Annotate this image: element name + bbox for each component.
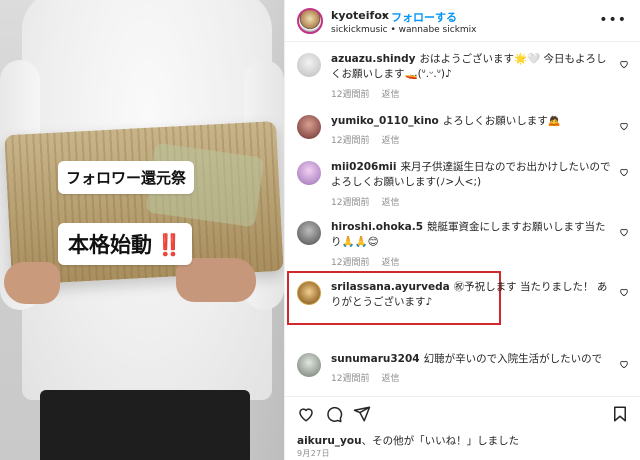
comment-body: yumiko_0110_kino よろしくお願いします🙇 bbox=[331, 114, 611, 129]
send-icon[interactable] bbox=[353, 405, 371, 423]
person-pants bbox=[40, 390, 250, 460]
commenter-avatar[interactable] bbox=[297, 221, 321, 245]
commenter-username[interactable]: mii0206mii bbox=[331, 161, 397, 173]
commenter-avatar[interactable] bbox=[297, 115, 321, 139]
comment-meta: 12週間前 返信 bbox=[331, 255, 411, 268]
likes-summary[interactable]: aikuru_you、その他が「いいね！」しました bbox=[297, 433, 519, 448]
comment-time[interactable]: 12週間前 bbox=[331, 90, 369, 100]
commenter-avatar[interactable] bbox=[297, 53, 321, 77]
comment-text: よろしくお願いします🙇 bbox=[442, 115, 561, 127]
commenter-username[interactable]: hiroshi.ohoka.5 bbox=[331, 221, 423, 233]
comment-text: 幻聴が辛いので入院生活がしたいので bbox=[423, 353, 603, 365]
comment-body: mii0206mii 来月子供達誕生日なのでお出かけしたいのでよろしくお願いします… bbox=[331, 160, 611, 190]
comment-icon[interactable] bbox=[325, 405, 343, 423]
heart-icon[interactable] bbox=[619, 121, 629, 131]
heart-icon[interactable] bbox=[619, 167, 629, 177]
reply-button[interactable]: 返信 bbox=[381, 258, 399, 268]
reply-button[interactable]: 返信 bbox=[381, 374, 399, 384]
post-header: kyoteifox • フォローする sickickmusic • wannab… bbox=[285, 0, 640, 42]
heart-icon[interactable] bbox=[297, 405, 315, 423]
audio-subtitle[interactable]: sickickmusic • wannabe sickmix bbox=[331, 25, 477, 35]
post-media[interactable]: フォロワー還元祭 本格始動 ‼️ bbox=[0, 0, 284, 460]
media-caption-2: 本格始動 ‼️ bbox=[58, 223, 193, 265]
comment-body: azuazu.shindy おはようございます🌟🤍 今日もよろしくお願いします🚤(… bbox=[331, 52, 611, 82]
comment-time[interactable]: 12週間前 bbox=[331, 374, 369, 384]
hand-left bbox=[4, 262, 60, 304]
commenter-username[interactable]: srilassana.ayurveda bbox=[331, 281, 450, 293]
reply-button[interactable]: 返信 bbox=[381, 136, 399, 146]
comment-body: sunumaru3204 幻聴が辛いので入院生活がしたいので bbox=[331, 352, 611, 367]
heart-icon[interactable] bbox=[619, 227, 629, 237]
likes-text: 、その他が「いいね！」しました bbox=[361, 435, 520, 447]
comment-meta: 12週間前 返信 bbox=[331, 87, 411, 100]
commenter-avatar[interactable] bbox=[297, 161, 321, 185]
comment-meta: 12週間前 返信 bbox=[331, 195, 411, 208]
comment-body: srilassana.ayurveda ㊗予祝します 当たりました！ ありがとうご… bbox=[331, 280, 611, 310]
comment-body: hiroshi.ohoka.5 競艇軍資金にしますお願いします当たり🙏🙏😊 bbox=[331, 220, 611, 250]
media-caption-2-text: 本格始動 bbox=[68, 233, 152, 257]
bookmark-icon[interactable] bbox=[611, 405, 629, 423]
commenter-username[interactable]: azuazu.shindy bbox=[331, 53, 416, 65]
commenter-avatar[interactable] bbox=[297, 281, 321, 305]
heart-icon[interactable] bbox=[619, 59, 629, 69]
comment-time[interactable]: 12週間前 bbox=[331, 136, 369, 146]
action-bar bbox=[285, 396, 640, 430]
ellipsis-icon[interactable]: ••• bbox=[599, 12, 627, 28]
comment-time[interactable]: 12週間前 bbox=[331, 198, 369, 208]
post-panel: kyoteifox • フォローする sickickmusic • wannab… bbox=[284, 0, 640, 460]
heart-icon[interactable] bbox=[619, 287, 629, 297]
double-exclamation-icon: ‼️ bbox=[156, 233, 183, 257]
follow-button[interactable]: フォローする bbox=[391, 9, 457, 25]
comment-time[interactable]: 12週間前 bbox=[331, 258, 369, 268]
comment-meta: 12週間前 返信 bbox=[331, 371, 411, 384]
liker-username[interactable]: aikuru_you bbox=[297, 435, 362, 447]
reply-button[interactable]: 返信 bbox=[381, 90, 399, 100]
commenter-username[interactable]: sunumaru3204 bbox=[331, 353, 420, 365]
commenter-username[interactable]: yumiko_0110_kino bbox=[331, 115, 439, 127]
reply-button[interactable]: 返信 bbox=[381, 198, 399, 208]
media-caption-1: フォロワー還元祭 bbox=[58, 161, 195, 194]
header-separator: • bbox=[381, 9, 388, 22]
heart-icon[interactable] bbox=[619, 359, 629, 369]
comment-meta: 12週間前 返信 bbox=[331, 133, 411, 146]
author-avatar[interactable] bbox=[297, 8, 323, 34]
comments-list[interactable]: azuazu.shindy おはようございます🌟🤍 今日もよろしくお願いします🚤(… bbox=[285, 43, 640, 391]
post-date[interactable]: 9月27日 bbox=[297, 448, 330, 459]
commenter-avatar[interactable] bbox=[297, 353, 321, 377]
